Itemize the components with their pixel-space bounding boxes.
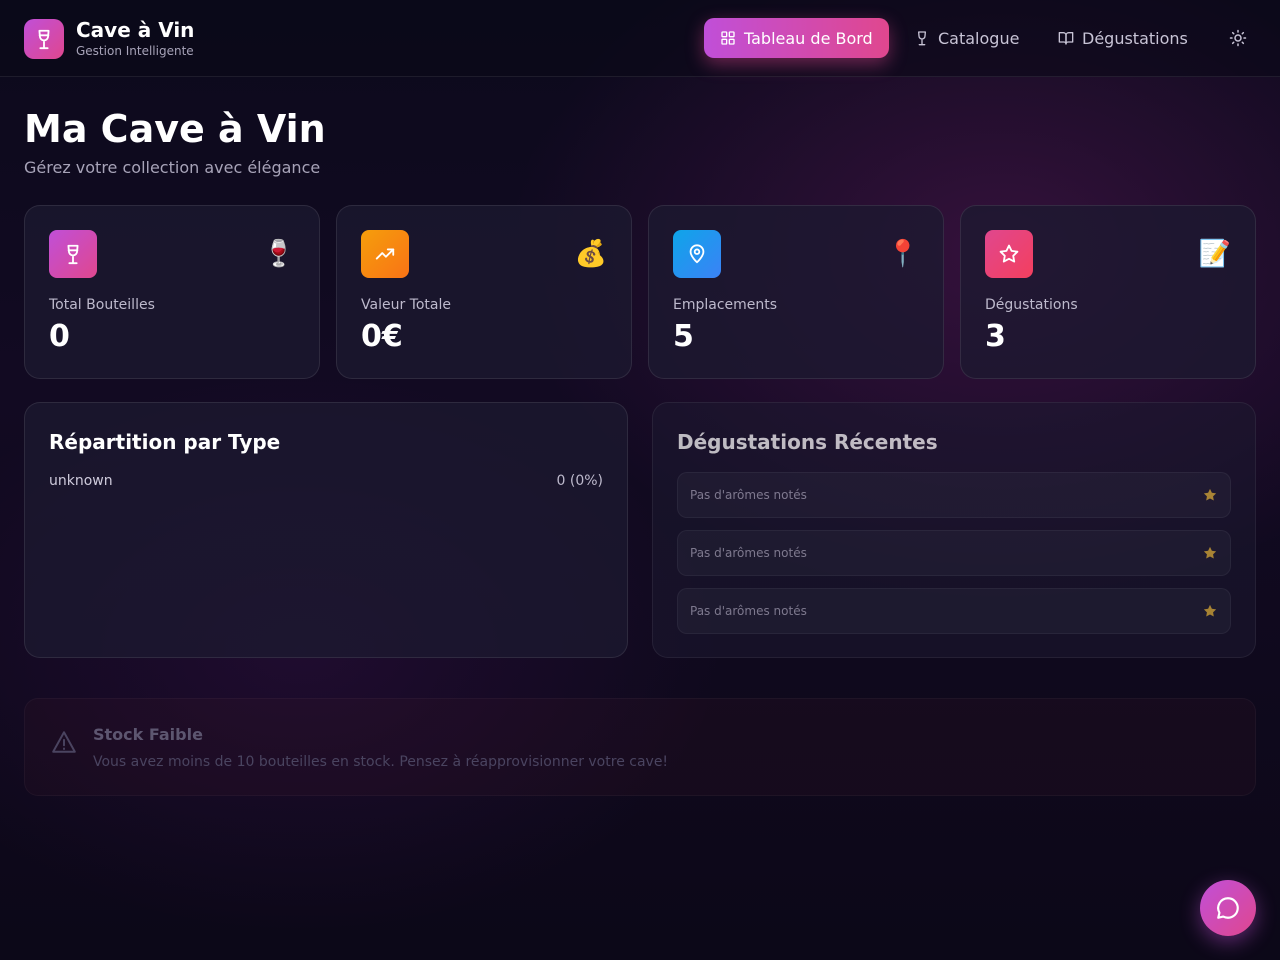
warning-icon	[52, 731, 76, 753]
nav-tab-catalogue-label: Catalogue	[938, 28, 1020, 48]
type-distribution-panel: Répartition par Type unknown 0 (0%)	[24, 402, 628, 658]
stat-label: Dégustations	[985, 297, 1078, 313]
star-icon	[1203, 604, 1217, 617]
wine-emoji-icon: 🍷	[262, 239, 295, 269]
star-icon	[985, 230, 1033, 278]
grid-icon	[721, 31, 735, 45]
alert-text: Vous avez moins de 10 bouteilles en stoc…	[93, 754, 669, 770]
trending-up-icon	[361, 230, 409, 278]
app-header: Cave à Vin Gestion Intelligente Tableau …	[0, 0, 1280, 77]
tasting-item[interactable]: Pas d'arômes notés	[677, 530, 1231, 576]
page-subtitle: Gérez votre collection avec élégance	[24, 158, 321, 177]
alert-title: Stock Faible	[93, 725, 203, 744]
distribution-value: 0 (0%)	[556, 473, 604, 489]
stat-label: Total Bouteilles	[49, 297, 155, 313]
wine-glass-icon	[24, 18, 64, 59]
money-bag-emoji-icon: 💰	[574, 239, 607, 269]
recent-tastings-panel: Dégustations Récentes Pas d'arômes notés…	[652, 402, 1256, 658]
wine-glass-icon	[49, 230, 97, 278]
tasting-aromas: Pas d'arômes notés	[690, 546, 807, 560]
distribution-label: unknown	[49, 473, 113, 489]
panel-title: Dégustations Récentes	[677, 430, 938, 454]
map-pin-icon	[673, 230, 721, 278]
memo-emoji-icon: 📝	[1198, 239, 1231, 269]
theme-toggle-button[interactable]	[1218, 18, 1258, 58]
pin-emoji-icon: 📍	[886, 239, 919, 269]
nav-tab-degustations-label: Dégustations	[1082, 28, 1188, 48]
star-icon	[1203, 546, 1217, 559]
app-subtitle: Gestion Intelligente	[76, 44, 194, 58]
nav-tab-catalogue[interactable]: Catalogue	[898, 18, 1035, 58]
chat-button[interactable]	[1200, 880, 1256, 936]
stat-card-tastings[interactable]: 📝 Dégustations 3	[960, 205, 1256, 379]
panel-title: Répartition par Type	[49, 430, 281, 454]
tasting-aromas: Pas d'arômes notés	[690, 604, 807, 618]
wine-glass-icon	[918, 31, 926, 46]
sun-icon	[1229, 29, 1247, 47]
stat-label: Emplacements	[673, 297, 778, 313]
stat-card-total-value[interactable]: 💰 Valeur Totale 0€	[336, 205, 632, 379]
nav-tab-degustations[interactable]: Dégustations	[1042, 18, 1204, 58]
chat-bubble-icon	[1217, 897, 1239, 919]
nav-tab-dashboard[interactable]: Tableau de Bord	[704, 18, 889, 58]
stat-value: 3	[985, 319, 1006, 354]
book-open-icon	[1058, 31, 1074, 45]
nav-tab-dashboard-label: Tableau de Bord	[744, 28, 873, 48]
stat-card-locations[interactable]: 📍 Emplacements 5	[648, 205, 944, 379]
tasting-aromas: Pas d'arômes notés	[690, 488, 807, 502]
app-title: Cave à Vin	[76, 18, 195, 42]
stat-value: 0€	[361, 319, 403, 354]
stat-card-total-bottles[interactable]: 🍷 Total Bouteilles 0	[24, 205, 320, 379]
tasting-item[interactable]: Pas d'arômes notés	[677, 472, 1231, 518]
star-icon	[1203, 488, 1217, 501]
tasting-item[interactable]: Pas d'arômes notés	[677, 588, 1231, 634]
low-stock-alert: Stock Faible Vous avez moins de 10 boute…	[24, 698, 1256, 796]
distribution-row: unknown 0 (0%)	[49, 473, 603, 489]
stat-value: 0	[49, 319, 70, 354]
stat-value: 5	[673, 319, 694, 354]
stat-label: Valeur Totale	[361, 297, 451, 313]
brand[interactable]: Cave à Vin Gestion Intelligente	[24, 18, 194, 59]
page-title: Ma Cave à Vin	[24, 107, 326, 151]
